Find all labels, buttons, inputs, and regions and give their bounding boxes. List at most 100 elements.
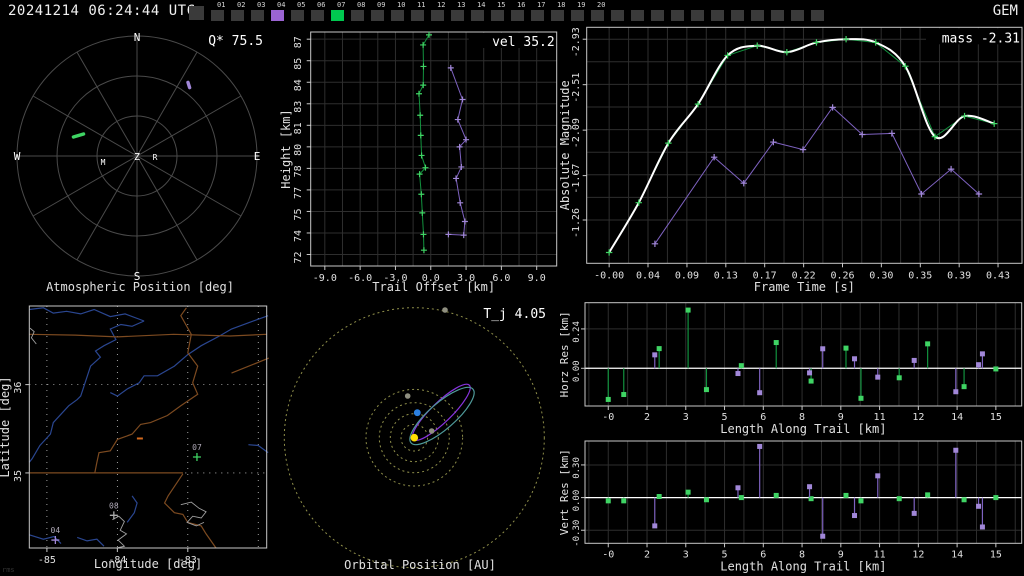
svg-text:rms: rms [2, 566, 15, 574]
svg-text:07: 07 [192, 443, 202, 452]
svg-text:0.13: 0.13 [714, 270, 738, 281]
frame-number: 17 [537, 1, 546, 9]
svg-text:-9.0: -9.0 [313, 273, 337, 284]
frame-number: 11 [417, 1, 426, 9]
svg-text:-0: -0 [602, 412, 614, 423]
svg-text:0.35: 0.35 [908, 270, 932, 281]
svg-text:Height [km]: Height [km] [280, 109, 293, 188]
svg-text:Vert Res [km]: Vert Res [km] [560, 449, 571, 535]
frame-box-10[interactable] [391, 10, 404, 21]
svg-text:N: N [134, 31, 141, 44]
svg-text:35: 35 [13, 470, 24, 482]
svg-text:M: M [101, 158, 106, 167]
svg-text:84: 84 [293, 79, 304, 91]
frame-box-extra[interactable] [611, 10, 624, 21]
frame-number: 16 [517, 1, 526, 9]
svg-text:Orbital Position [AU]: Orbital Position [AU] [344, 558, 496, 572]
svg-text:72: 72 [293, 251, 304, 263]
svg-text:-85: -85 [38, 555, 56, 566]
frame-number: 15 [497, 1, 506, 9]
frame-number: 09 [377, 1, 386, 9]
svg-text:-0.00: -0.00 [594, 270, 624, 281]
frame-box-14[interactable] [471, 10, 484, 21]
frame-box-15[interactable] [491, 10, 504, 21]
frame-box-lead[interactable] [189, 6, 204, 20]
svg-text:-0.30: -0.30 [572, 520, 582, 547]
svg-text:vel 35.2: vel 35.2 [492, 35, 555, 50]
frame-box-09[interactable] [371, 10, 384, 21]
frame-box-11[interactable] [411, 10, 424, 21]
svg-text:-2.93: -2.93 [571, 27, 582, 57]
frame-box-06[interactable] [311, 10, 324, 21]
frame-box-17[interactable] [531, 10, 544, 21]
panel-horz-res: -0 2 3 5 6 8 9 11 12 14 15 0.00 0.24 Length Along Tra… [560, 296, 1024, 436]
svg-text:0.04: 0.04 [636, 270, 660, 281]
svg-text:15: 15 [990, 549, 1002, 560]
frame-box-04[interactable] [271, 10, 284, 21]
frame-box-20[interactable] [591, 10, 604, 21]
svg-text:E: E [254, 150, 261, 163]
frame-box-12[interactable] [431, 10, 444, 21]
svg-text:Z: Z [134, 152, 140, 163]
panel-trail-offset: -9.0 -6.0 -3.0 0.0 3.0 6.0 9.0 72 74 75 77 78 80 81 83… [280, 24, 560, 296]
svg-text:87: 87 [293, 36, 304, 48]
svg-text:2: 2 [644, 412, 650, 423]
frame-number: 02 [237, 1, 246, 9]
svg-text:-0: -0 [602, 549, 614, 560]
frame-box-extra[interactable] [731, 10, 744, 21]
frame-number: 01 [217, 1, 226, 9]
frame-box-05[interactable] [291, 10, 304, 21]
svg-text:04: 04 [51, 526, 61, 535]
svg-text:R: R [153, 153, 158, 162]
frame-box-extra[interactable] [631, 10, 644, 21]
frame-number: 13 [457, 1, 466, 9]
frame-number: 03 [257, 1, 266, 9]
svg-text:2: 2 [644, 549, 650, 560]
svg-text:9.0: 9.0 [528, 273, 546, 284]
svg-text:74: 74 [293, 230, 304, 242]
svg-text:Length Along Trail [km]: Length Along Trail [km] [720, 559, 886, 573]
frame-box-extra[interactable] [791, 10, 804, 21]
svg-text:08: 08 [109, 501, 119, 510]
frame-box-08[interactable] [351, 10, 364, 21]
frame-box-02[interactable] [231, 10, 244, 21]
panel-ground-map: -85 -84 -83 35 36 04 08 07 Longitude [deg] Latitu… [0, 296, 280, 576]
svg-text:Latitude [deg]: Latitude [deg] [0, 376, 12, 477]
ground-map-plot: -85 -84 -833536040807Longitude [deg]Latitu… [0, 305, 270, 574]
frame-box-07[interactable] [331, 10, 344, 21]
svg-text:Length Along Trail [km]: Length Along Trail [km] [720, 422, 886, 436]
svg-text:80: 80 [293, 144, 304, 156]
svg-text:12: 12 [912, 549, 924, 560]
frame-box-01[interactable] [211, 10, 224, 21]
frame-number: 10 [397, 1, 406, 9]
svg-text:14: 14 [951, 549, 963, 560]
svg-text:77: 77 [293, 187, 304, 199]
svg-text:0.00: 0.00 [572, 490, 582, 512]
frame-box-extra[interactable] [751, 10, 764, 21]
svg-text:Trail Offset [km]: Trail Offset [km] [372, 280, 495, 294]
status-bar: 20241214 06:24:44 UTC 01 02 03 04 05 06 07 08 09… [0, 0, 1024, 24]
svg-text:12: 12 [912, 412, 924, 423]
svg-text:36: 36 [13, 382, 24, 394]
frame-box-extra[interactable] [811, 10, 824, 21]
frame-box-18[interactable] [551, 10, 564, 21]
meteor-dashboard: 20241214 06:24:44 UTC 01 02 03 04 05 06 07 08 09… [0, 0, 1024, 576]
svg-text:Q* 75.5: Q* 75.5 [208, 34, 263, 49]
frame-box-extra[interactable] [691, 10, 704, 21]
frame-box-extra[interactable] [771, 10, 784, 21]
frame-box-03[interactable] [251, 10, 264, 21]
frame-box-19[interactable] [571, 10, 584, 21]
frame-box-16[interactable] [511, 10, 524, 21]
svg-text:Atmospheric Position [deg]: Atmospheric Position [deg] [46, 280, 234, 294]
frame-box-extra[interactable] [711, 10, 724, 21]
frame-box-extra[interactable] [671, 10, 684, 21]
panel-orbit: T_j 4.05 Orbital Position [AU] [280, 296, 560, 576]
svg-text:85: 85 [293, 58, 304, 70]
horz-res-plot: -0 2 3 5 6 8 9 11 12 14 150.000.24Length Along Tra… [560, 302, 1023, 436]
svg-text:15: 15 [990, 412, 1002, 423]
svg-text:-1.26: -1.26 [571, 208, 582, 238]
frame-box-13[interactable] [451, 10, 464, 21]
frame-number: 04 [277, 1, 286, 9]
frame-box-extra[interactable] [651, 10, 664, 21]
frame-number: 19 [577, 1, 586, 9]
